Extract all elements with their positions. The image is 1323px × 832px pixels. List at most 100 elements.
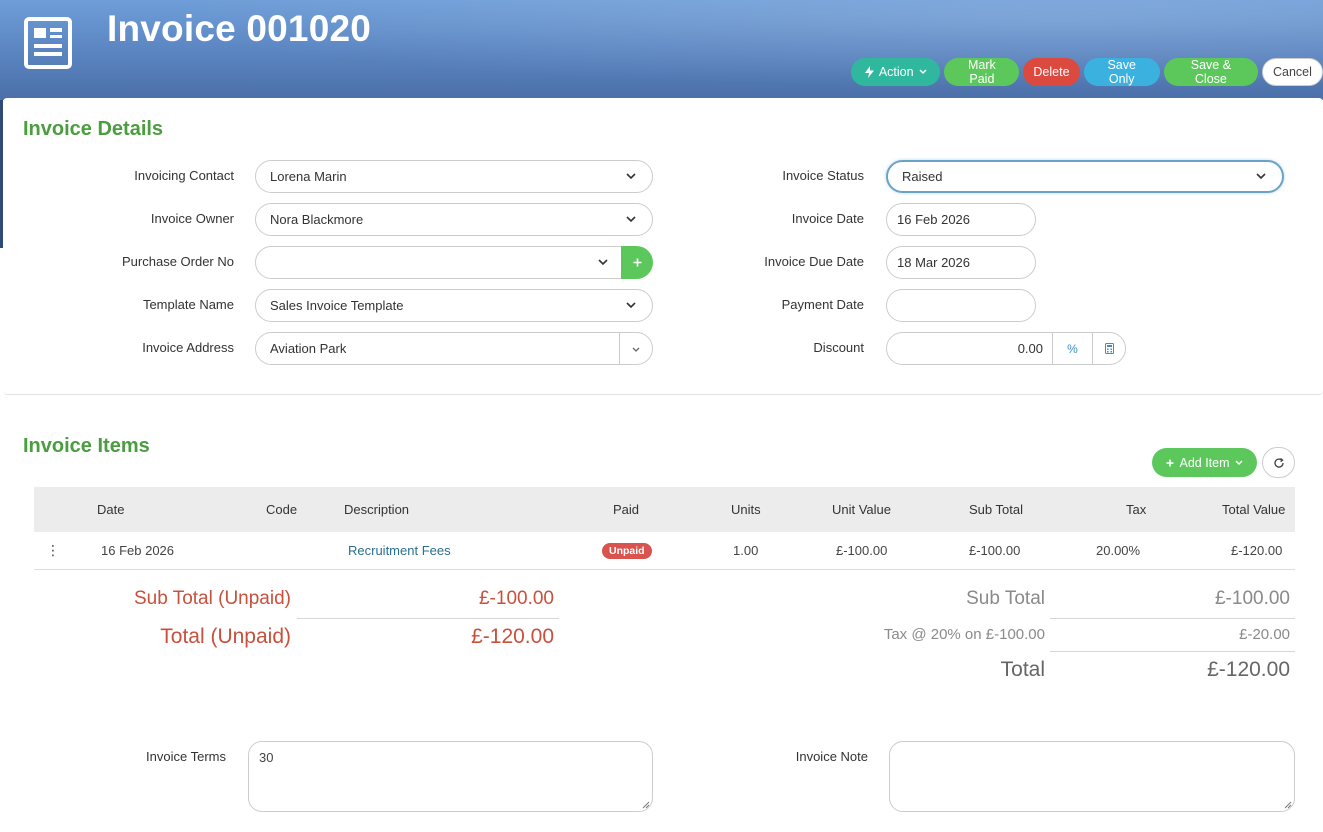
row-date: 16 Feb 2026 xyxy=(101,543,175,558)
status-badge: Unpaid xyxy=(602,543,652,559)
save-only-button[interactable]: Save Only xyxy=(1083,58,1160,86)
template-name-select[interactable]: Sales Invoice Template xyxy=(255,289,653,322)
template-name-label: Template Name xyxy=(142,297,234,312)
invoice-address-input[interactable]: Aviation Park xyxy=(255,332,653,365)
col-paid[interactable]: Paid xyxy=(613,487,639,532)
chevron-down-icon xyxy=(632,347,640,352)
page-title: Invoice 001020 xyxy=(107,8,372,49)
divider xyxy=(297,618,559,619)
add-item-label: Add Item xyxy=(1179,455,1230,470)
invoice-note-label: Invoice Note xyxy=(795,749,868,764)
tax-label: Tax @ 20% on £-100.00 xyxy=(883,626,1045,643)
chevron-down-icon xyxy=(624,299,638,313)
discount-input[interactable]: 0.00 xyxy=(887,341,1053,356)
purchase-order-label: Purchase Order No xyxy=(122,254,234,269)
action-button[interactable]: Action xyxy=(851,58,941,86)
unpaid-sub-total-value: £-100.00 xyxy=(478,588,554,609)
purchase-order-select[interactable] xyxy=(255,246,625,279)
col-sub-total[interactable]: Sub Total xyxy=(969,487,1023,532)
col-date[interactable]: Date xyxy=(97,487,124,532)
kebab-menu-icon[interactable]: ⋮ xyxy=(46,532,60,570)
template-name-value: Sales Invoice Template xyxy=(270,298,404,313)
invoice-terms-value: 30 xyxy=(259,750,274,765)
chevron-down-icon xyxy=(1254,170,1268,184)
total-value: £-120.00 xyxy=(1207,658,1290,681)
col-units[interactable]: Units xyxy=(731,487,761,532)
invoice-date-input[interactable]: 16 Feb 2026 xyxy=(886,203,1036,236)
delete-button[interactable]: Delete xyxy=(1023,58,1080,86)
col-description[interactable]: Description xyxy=(344,487,409,532)
chevron-down-icon xyxy=(1235,460,1243,465)
divider xyxy=(1050,651,1295,652)
invoice-address-label: Invoice Address xyxy=(142,340,234,355)
invoice-owner-value: Nora Blackmore xyxy=(270,212,364,227)
invoice-items-title: Invoice Items xyxy=(23,435,150,457)
mark-paid-button[interactable]: Mark Paid xyxy=(944,58,1020,86)
discount-label: Discount xyxy=(813,340,864,355)
row-unit-value: £-100.00 xyxy=(836,543,888,558)
col-code[interactable]: Code xyxy=(266,487,297,532)
row-total-value: £-120.00 xyxy=(1231,543,1283,558)
invoice-owner-label: Invoice Owner xyxy=(150,211,234,226)
lightning-icon xyxy=(864,66,874,78)
calculator-icon xyxy=(1105,343,1114,354)
invoice-note-textarea[interactable] xyxy=(889,741,1295,812)
invoice-date-label: Invoice Date xyxy=(791,211,864,226)
chevron-down-icon xyxy=(624,170,638,184)
unpaid-total-value: £-120.00 xyxy=(471,625,554,648)
plus-icon xyxy=(1166,459,1174,466)
chevron-down-icon xyxy=(596,256,610,270)
invoicing-contact-value: Lorena Marin xyxy=(270,169,347,184)
invoice-status-value: Raised xyxy=(902,169,943,184)
discount-calc-button[interactable] xyxy=(1092,332,1126,365)
payment-date-label: Payment Date xyxy=(781,297,864,312)
chevron-down-icon xyxy=(624,213,638,227)
discount-percent-toggle[interactable]: % xyxy=(1052,332,1092,365)
sub-total-label: Sub Total xyxy=(966,588,1045,609)
chevron-down-icon xyxy=(919,69,927,75)
add-purchase-order-button[interactable] xyxy=(621,246,653,279)
invoice-terms-label: Invoice Terms xyxy=(146,749,226,764)
items-table-header: Date Code Description Paid Units Unit Va… xyxy=(34,487,1295,532)
invoice-details-title: Invoice Details xyxy=(23,118,164,140)
col-total-value[interactable]: Total Value xyxy=(1222,487,1285,532)
invoice-terms-textarea[interactable]: 30 xyxy=(248,741,653,812)
address-divider xyxy=(619,332,620,365)
refresh-button[interactable] xyxy=(1262,447,1295,478)
row-description-link[interactable]: Recruitment Fees xyxy=(348,532,451,570)
row-tax: 20.00% xyxy=(1096,543,1141,558)
invoice-status-label: Invoice Status xyxy=(782,168,864,183)
invoice-address-value: Aviation Park xyxy=(270,341,347,356)
invoice-owner-select[interactable]: Nora Blackmore xyxy=(255,203,653,236)
col-tax[interactable]: Tax xyxy=(1126,487,1146,532)
col-unit-value[interactable]: Unit Value xyxy=(832,487,891,532)
invoice-due-date-input[interactable]: 18 Mar 2026 xyxy=(886,246,1036,279)
invoicing-contact-select[interactable]: Lorena Marin xyxy=(255,160,653,193)
divider xyxy=(1050,618,1295,619)
invoice-status-select[interactable]: Raised xyxy=(886,160,1284,193)
cancel-button[interactable]: Cancel xyxy=(1261,58,1323,86)
row-units: 1.00 xyxy=(733,543,759,558)
address-dropdown-toggle[interactable] xyxy=(626,343,646,355)
invoice-due-date-label: Invoice Due Date xyxy=(764,254,864,269)
invoice-date-value: 16 Feb 2026 xyxy=(897,212,971,227)
refresh-icon xyxy=(1273,457,1284,468)
unpaid-total-label: Total (Unpaid) xyxy=(160,625,291,648)
row-sub-total: £-100.00 xyxy=(969,543,1021,558)
payment-date-input[interactable] xyxy=(886,289,1036,322)
resize-grip-icon[interactable] xyxy=(1284,801,1292,809)
sub-total-value: £-100.00 xyxy=(1214,588,1290,609)
invoicing-contact-label: Invoicing Contact xyxy=(134,168,234,183)
plus-icon xyxy=(633,258,641,267)
save-close-button[interactable]: Save & Close xyxy=(1163,58,1258,86)
add-item-button[interactable]: Add Item xyxy=(1152,448,1257,477)
resize-grip-icon[interactable] xyxy=(642,801,650,809)
table-row[interactable]: ⋮ 16 Feb 2026 Recruitment Fees Unpaid 1.… xyxy=(34,532,1295,570)
unpaid-sub-total-label: Sub Total (Unpaid) xyxy=(133,588,291,609)
tax-value: £-20.00 xyxy=(1239,626,1290,643)
invoice-document-icon xyxy=(24,17,72,69)
invoice-due-date-value: 18 Mar 2026 xyxy=(897,255,970,270)
header-actions: Action Mark Paid Delete Save Only Save &… xyxy=(851,58,1323,86)
action-label: Action xyxy=(878,65,914,79)
total-label: Total xyxy=(1000,658,1045,681)
